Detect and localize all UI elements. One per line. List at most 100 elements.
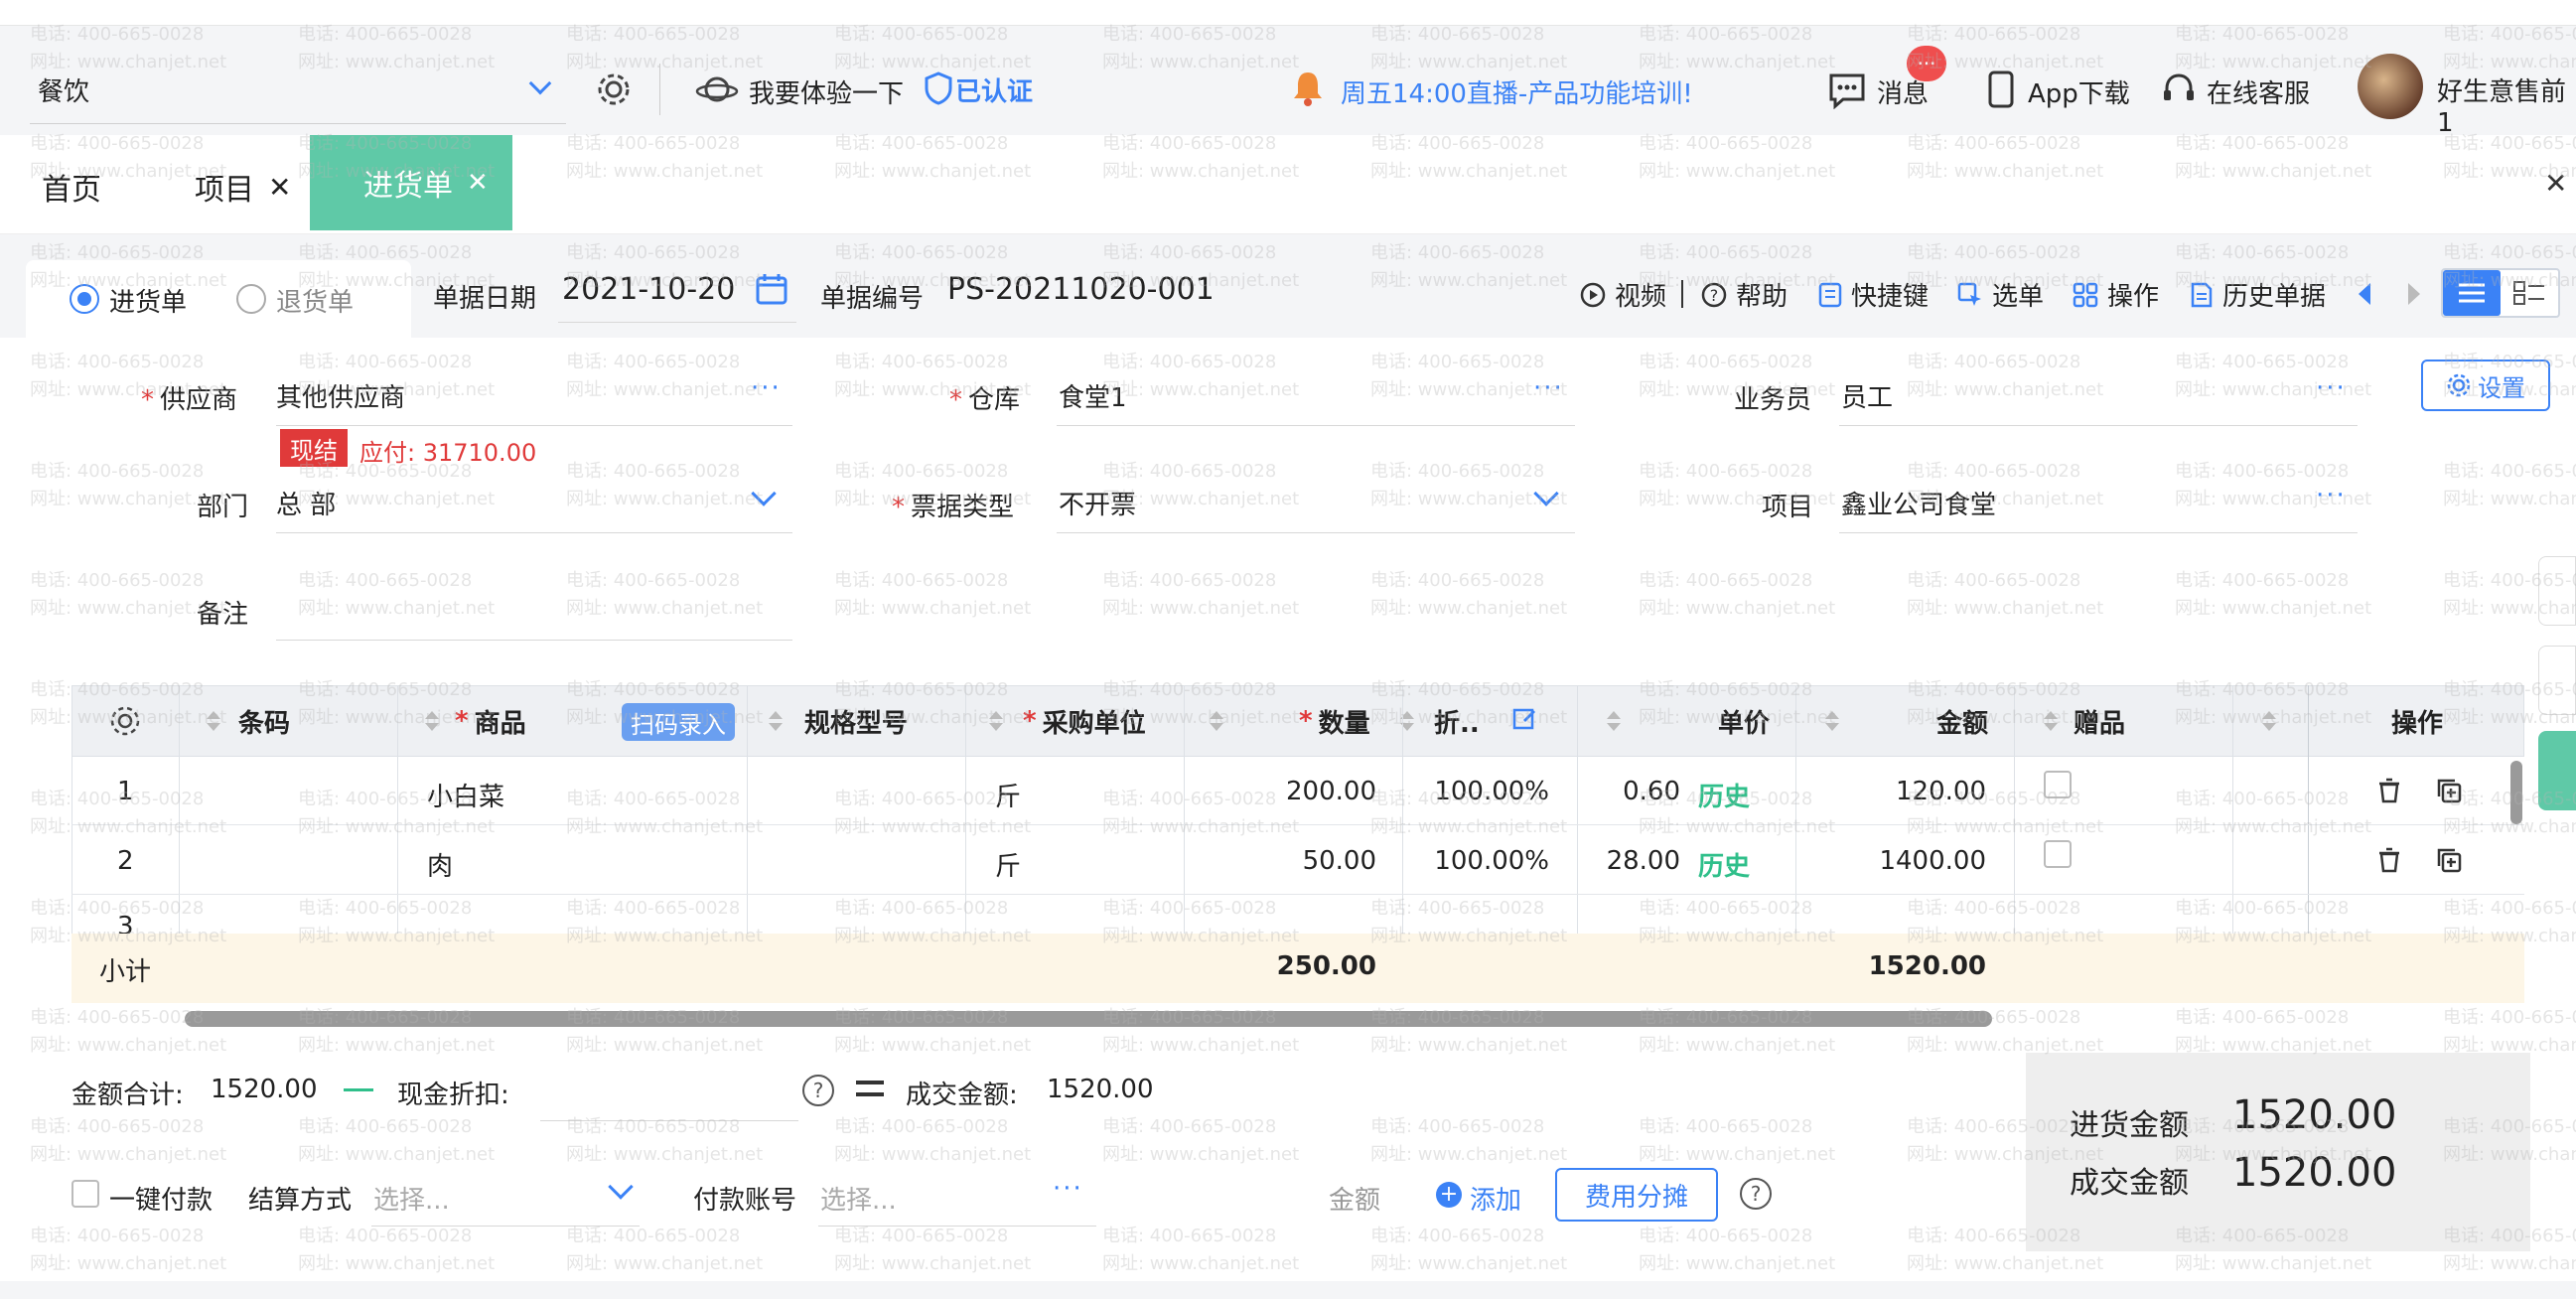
supplier-value[interactable]: 其他供应商: [276, 377, 405, 414]
horizontal-scrollbar[interactable]: [185, 1011, 1992, 1027]
number-value[interactable]: PS-20211020-001: [947, 272, 1215, 307]
add-plus-icon[interactable]: +: [1436, 1182, 1462, 1208]
sort-icon[interactable]: [1210, 711, 1223, 733]
vertical-scrollbar[interactable]: [2510, 761, 2522, 824]
radio-return[interactable]: [236, 284, 266, 314]
supplier-more-icon[interactable]: ···: [751, 373, 782, 403]
row-1-price[interactable]: 0.60: [1589, 777, 1680, 806]
row-1-unit[interactable]: 斤: [995, 777, 1021, 813]
sort-icon[interactable]: [1825, 711, 1839, 733]
message-icon[interactable]: [1827, 72, 1867, 109]
sort-icon[interactable]: [989, 711, 1003, 733]
sort-icon[interactable]: [2262, 711, 2276, 733]
copy-add-icon[interactable]: [2435, 846, 2463, 874]
pay-account-select[interactable]: 选择...: [820, 1180, 897, 1217]
col-product[interactable]: * 商品: [455, 685, 526, 757]
edit-icon[interactable]: [1511, 705, 1537, 731]
gear-icon[interactable]: [594, 70, 634, 109]
video-button[interactable]: 视频: [1579, 276, 1666, 313]
row-2-history-link[interactable]: 历史: [1698, 846, 1750, 883]
row-2-qty[interactable]: 50.00: [1192, 846, 1376, 876]
col-amount[interactable]: 金额: [1936, 685, 1988, 757]
salesman-more-icon[interactable]: ···: [2316, 373, 2347, 403]
pay-account-more-icon[interactable]: ···: [1053, 1174, 1083, 1204]
announcement-link[interactable]: 周五14:00直播-产品功能培训!: [1341, 73, 1693, 110]
app-download-link[interactable]: App下载: [2028, 73, 2130, 110]
calendar-icon[interactable]: [755, 272, 788, 306]
delete-icon[interactable]: [2375, 846, 2403, 874]
settings-button[interactable]: 设置: [2421, 360, 2550, 411]
row-2-product[interactable]: 肉: [427, 846, 453, 883]
one-click-pay-checkbox[interactable]: [72, 1180, 99, 1208]
col-gift[interactable]: 赠品: [2074, 685, 2125, 757]
tab-home[interactable]: 首页: [42, 139, 101, 234]
col-price[interactable]: 单价: [1718, 685, 1770, 757]
project-value[interactable]: 鑫业公司食堂: [1841, 485, 1996, 521]
warehouse-more-icon[interactable]: ···: [1533, 373, 1564, 403]
row-1-qty[interactable]: 200.00: [1192, 777, 1376, 806]
help-icon[interactable]: ?: [802, 1075, 834, 1106]
user-name[interactable]: 好生意售前1: [2437, 72, 2576, 138]
column-settings-gear-icon[interactable]: [107, 703, 143, 739]
salesman-value[interactable]: 员工: [1841, 377, 1893, 414]
add-payment-link[interactable]: 添加: [1470, 1180, 1521, 1217]
close-icon[interactable]: ✕: [268, 171, 291, 204]
date-value[interactable]: 2021-10-20: [562, 272, 735, 307]
sort-icon[interactable]: [207, 711, 220, 733]
row-2-gift-checkbox[interactable]: [2044, 840, 2072, 868]
close-all-tabs-icon[interactable]: ✕: [2544, 167, 2567, 200]
tab-purchase-order[interactable]: 进货单 ✕: [310, 135, 512, 230]
invoice-chevron-icon[interactable]: [1533, 481, 1559, 506]
shortcuts-button[interactable]: 快捷键: [1817, 276, 1929, 313]
col-discount[interactable]: 折..: [1434, 685, 1480, 757]
row-1-discount[interactable]: 100.00%: [1410, 777, 1549, 806]
col-purchase-unit[interactable]: * 采购单位: [1023, 685, 1146, 757]
online-service-link[interactable]: 在线客服: [2207, 73, 2310, 110]
list-view-button[interactable]: [2443, 270, 2501, 316]
row-1-amount[interactable]: 120.00: [1827, 777, 1986, 806]
dept-value[interactable]: 总 部: [276, 485, 336, 521]
row-2-amount[interactable]: 1400.00: [1827, 846, 1986, 876]
side-tool-document[interactable]: [2538, 556, 2576, 626]
cash-discount-input[interactable]: [540, 1120, 798, 1121]
copy-add-icon[interactable]: [2435, 777, 2463, 804]
select-order-button[interactable]: 选单: [1956, 276, 2044, 313]
settle-method-select[interactable]: 选择...: [373, 1180, 450, 1217]
row-1-gift-checkbox[interactable]: [2044, 771, 2072, 798]
radio-purchase-label[interactable]: 进货单: [109, 282, 187, 319]
row-2-price[interactable]: 28.00: [1589, 846, 1680, 876]
col-barcode[interactable]: 条码: [238, 685, 290, 757]
close-icon[interactable]: ✕: [467, 168, 489, 198]
next-arrow-icon[interactable]: [2403, 280, 2425, 308]
avatar[interactable]: [2358, 54, 2423, 119]
side-tool-attachment[interactable]: [2538, 646, 2576, 715]
dept-chevron-icon[interactable]: [751, 481, 777, 506]
sort-icon[interactable]: [769, 711, 783, 733]
try-experience-link[interactable]: 我要体验一下: [749, 73, 904, 110]
remark-input[interactable]: [276, 640, 792, 641]
scan-entry-button[interactable]: 扫码录入: [622, 703, 735, 741]
project-more-icon[interactable]: ···: [2316, 481, 2347, 510]
help-icon[interactable]: ?: [1740, 1178, 1772, 1210]
one-click-pay-label[interactable]: 一键付款: [109, 1180, 213, 1217]
prev-arrow-icon[interactable]: [2354, 280, 2375, 308]
radio-return-label[interactable]: 退货单: [276, 282, 354, 319]
warehouse-value[interactable]: 食堂1: [1059, 377, 1127, 414]
col-quantity[interactable]: * 数量: [1299, 685, 1370, 757]
sort-icon[interactable]: [425, 711, 439, 733]
side-tool-chart[interactable]: [2538, 731, 2576, 810]
radio-purchase[interactable]: [70, 284, 99, 314]
row-2-discount[interactable]: 100.00%: [1410, 846, 1549, 876]
history-docs-button[interactable]: 历史单据: [2189, 276, 2326, 313]
col-spec[interactable]: 规格型号: [804, 685, 908, 757]
row-1-product[interactable]: 小白菜: [427, 777, 504, 813]
settle-chevron-icon[interactable]: [608, 1174, 634, 1200]
row-2-unit[interactable]: 斤: [995, 846, 1021, 883]
help-button[interactable]: ? 帮助: [1700, 276, 1788, 313]
sort-icon[interactable]: [1607, 711, 1621, 733]
invoice-type-value[interactable]: 不开票: [1059, 485, 1136, 521]
operations-button[interactable]: 操作: [2072, 276, 2159, 313]
delete-icon[interactable]: [2375, 777, 2403, 804]
messages-link[interactable]: 消息: [1877, 73, 1929, 110]
card-view-button[interactable]: [2501, 270, 2558, 316]
